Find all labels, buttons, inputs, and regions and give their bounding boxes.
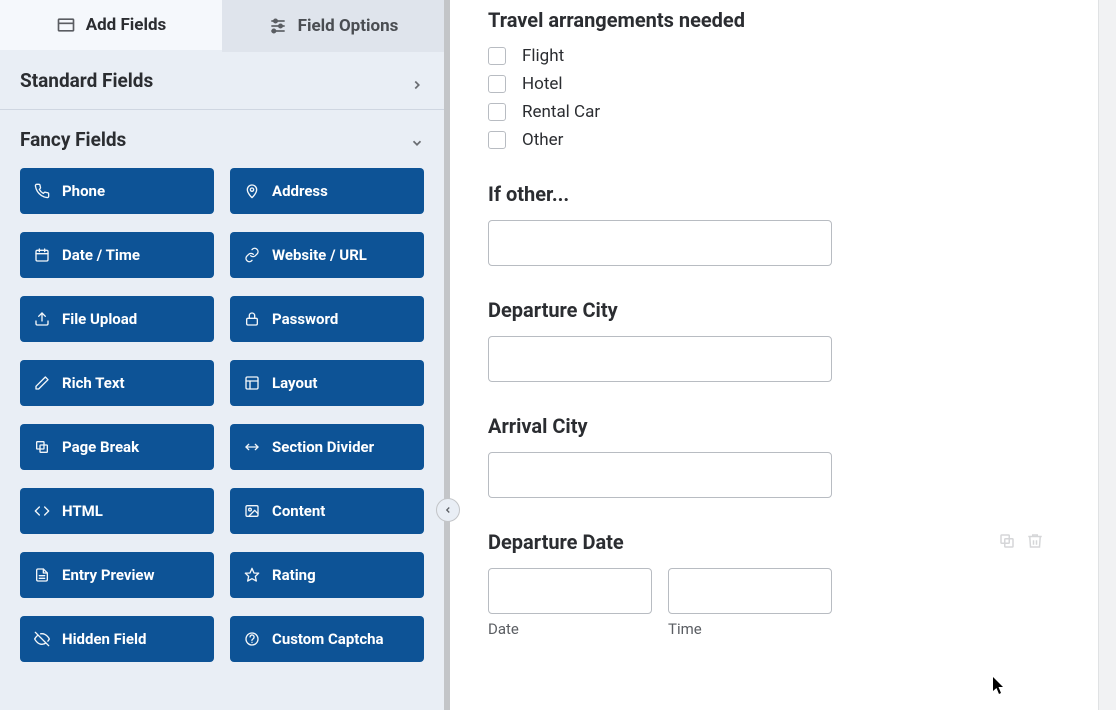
field-type-label: File Upload bbox=[62, 310, 137, 328]
checkbox-label: Rental Car bbox=[522, 102, 600, 122]
field-departure-city[interactable]: Departure City bbox=[488, 298, 1078, 382]
field-type-label: Rich Text bbox=[62, 374, 125, 392]
field-if-other[interactable]: If other... bbox=[488, 182, 1078, 266]
fancy-fields-grid: Phone Address Date / Time Website / URL File… bbox=[0, 168, 444, 682]
field-label: Departure City bbox=[488, 298, 1078, 322]
field-type-label: Address bbox=[272, 182, 328, 200]
field-type-password[interactable]: Password bbox=[230, 296, 424, 342]
builder-sidebar: Add Fields Field Options Standard Fields… bbox=[0, 0, 450, 710]
checkbox-option[interactable]: Other bbox=[488, 130, 1078, 150]
checkbox-icon[interactable] bbox=[488, 47, 506, 65]
field-type-label: Date / Time bbox=[62, 246, 140, 264]
eyeoff-icon bbox=[34, 631, 50, 647]
upload-icon bbox=[34, 311, 50, 327]
code-icon bbox=[34, 503, 50, 519]
chevron-right-icon bbox=[410, 74, 424, 88]
checkbox-label: Flight bbox=[522, 46, 564, 66]
trash-icon[interactable] bbox=[1026, 532, 1044, 554]
sidebar-tabs: Add Fields Field Options bbox=[0, 0, 444, 52]
field-type-rating[interactable]: Rating bbox=[230, 552, 424, 598]
right-scrollbar-track[interactable] bbox=[1098, 0, 1116, 710]
field-label: If other... bbox=[488, 182, 1078, 206]
field-type-label: Custom Captcha bbox=[272, 630, 384, 648]
departure-city-input[interactable] bbox=[488, 336, 832, 382]
field-label: Departure Date bbox=[488, 530, 1078, 554]
field-arrival-city[interactable]: Arrival City bbox=[488, 414, 1078, 498]
field-type-label: Entry Preview bbox=[62, 566, 155, 584]
field-type-label: HTML bbox=[62, 502, 103, 520]
tab-add-fields-label: Add Fields bbox=[86, 15, 167, 35]
if-other-input[interactable] bbox=[488, 220, 832, 266]
arrival-city-input[interactable] bbox=[488, 452, 832, 498]
checkbox-icon[interactable] bbox=[488, 75, 506, 93]
field-row-actions bbox=[998, 532, 1044, 554]
divider-icon bbox=[244, 439, 260, 455]
checkbox-icon[interactable] bbox=[488, 103, 506, 121]
tab-field-options[interactable]: Field Options bbox=[222, 0, 444, 52]
field-type-label: Rating bbox=[272, 566, 316, 584]
field-type-layout[interactable]: Layout bbox=[230, 360, 424, 406]
calendar-icon bbox=[34, 247, 50, 263]
duplicate-icon[interactable] bbox=[998, 532, 1016, 554]
field-type-address[interactable]: Address bbox=[230, 168, 424, 214]
field-type-label: Phone bbox=[62, 182, 105, 200]
field-type-file-upload[interactable]: File Upload bbox=[20, 296, 214, 342]
field-type-phone[interactable]: Phone bbox=[20, 168, 214, 214]
copy-icon bbox=[34, 439, 50, 455]
sliders-icon bbox=[268, 16, 288, 36]
field-type-label: Section Divider bbox=[272, 438, 374, 456]
field-type-page-break[interactable]: Page Break bbox=[20, 424, 214, 470]
field-type-label: Page Break bbox=[62, 438, 139, 456]
lock-icon bbox=[244, 311, 260, 327]
field-departure-date[interactable]: Departure Date Date Time bbox=[488, 530, 1078, 638]
departure-date-input[interactable] bbox=[488, 568, 652, 614]
field-type-custom-captcha[interactable]: Custom Captcha bbox=[230, 616, 424, 662]
pin-icon bbox=[244, 183, 260, 199]
section-standard-fields[interactable]: Standard Fields bbox=[0, 52, 444, 110]
field-label: Travel arrangements needed bbox=[488, 8, 1078, 32]
field-type-hidden-field[interactable]: Hidden Field bbox=[20, 616, 214, 662]
form-icon bbox=[56, 15, 76, 35]
image-icon bbox=[244, 503, 260, 519]
shield-icon bbox=[244, 631, 260, 647]
tab-field-options-label: Field Options bbox=[298, 16, 399, 36]
chevron-down-icon bbox=[410, 132, 424, 146]
phone-icon bbox=[34, 183, 50, 199]
field-type-entry-preview[interactable]: Entry Preview bbox=[20, 552, 214, 598]
field-type-label: Password bbox=[272, 310, 338, 328]
field-type-html[interactable]: HTML bbox=[20, 488, 214, 534]
field-label: Arrival City bbox=[488, 414, 1078, 438]
section-standard-label: Standard Fields bbox=[20, 69, 153, 92]
field-type-content[interactable]: Content bbox=[230, 488, 424, 534]
checkbox-option[interactable]: Rental Car bbox=[488, 102, 1078, 122]
checkbox-label: Hotel bbox=[522, 74, 563, 94]
checkbox-icon[interactable] bbox=[488, 131, 506, 149]
checkbox-option[interactable]: Flight bbox=[488, 46, 1078, 66]
checkbox-label: Other bbox=[522, 130, 563, 150]
field-type-section-divider[interactable]: Section Divider bbox=[230, 424, 424, 470]
field-type-website-url[interactable]: Website / URL bbox=[230, 232, 424, 278]
tab-add-fields[interactable]: Add Fields bbox=[0, 0, 222, 52]
section-fancy-label: Fancy Fields bbox=[20, 128, 126, 151]
link-icon bbox=[244, 247, 260, 263]
field-type-label: Hidden Field bbox=[62, 630, 146, 648]
star-icon bbox=[244, 567, 260, 583]
checkbox-option[interactable]: Hotel bbox=[488, 74, 1078, 94]
field-type-rich-text[interactable]: Rich Text bbox=[20, 360, 214, 406]
field-type-label: Website / URL bbox=[272, 246, 367, 264]
sidebar-collapse-toggle[interactable] bbox=[436, 498, 460, 522]
section-fancy-fields[interactable]: Fancy Fields bbox=[0, 110, 444, 168]
layout-icon bbox=[244, 375, 260, 391]
field-type-label: Layout bbox=[272, 374, 317, 392]
edit-icon bbox=[34, 375, 50, 391]
field-type-date-time[interactable]: Date / Time bbox=[20, 232, 214, 278]
form-preview: Travel arrangements needed Flight Hotel Re… bbox=[450, 0, 1116, 710]
time-sublabel: Time bbox=[668, 620, 832, 638]
field-travel-arrangements[interactable]: Travel arrangements needed Flight Hotel Re… bbox=[488, 8, 1078, 150]
field-type-label: Content bbox=[272, 502, 325, 520]
doc-icon bbox=[34, 567, 50, 583]
departure-time-input[interactable] bbox=[668, 568, 832, 614]
date-sublabel: Date bbox=[488, 620, 652, 638]
